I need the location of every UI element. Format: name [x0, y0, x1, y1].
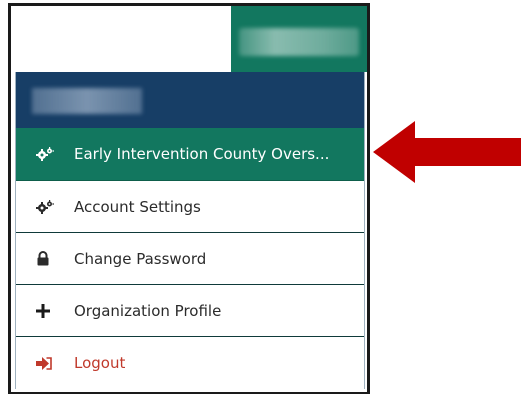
redacted-user-name: [239, 28, 359, 56]
menu-item-logout[interactable]: Logout: [16, 337, 364, 389]
menu-item-label: Change Password: [74, 249, 207, 268]
menu-item-label: Account Settings: [74, 197, 201, 216]
dropdown-header: [16, 72, 364, 128]
redacted-account-name: [32, 88, 142, 114]
user-menu-toggle[interactable]: [231, 6, 367, 72]
sign-out-icon: [36, 356, 60, 370]
menu-item-label: Logout: [74, 354, 126, 372]
plus-icon: [36, 303, 60, 318]
menu-item-change-password[interactable]: Change Password: [16, 233, 364, 285]
menu-item-early-intervention-county-overview[interactable]: Early Intervention County Overs...: [16, 128, 364, 181]
page: Early Intervention County Overs... Accou…: [0, 0, 523, 394]
screenshot-frame: Early Intervention County Overs... Accou…: [8, 3, 370, 394]
menu-item-label: Early Intervention County Overs...: [74, 145, 330, 163]
menu-item-label: Organization Profile: [74, 301, 222, 320]
callout-arrow: [373, 121, 521, 183]
top-navigation-bar: [11, 6, 367, 72]
lock-icon: [36, 251, 60, 266]
menu-item-account-settings[interactable]: Account Settings: [16, 181, 364, 233]
menu-item-organization-profile[interactable]: Organization Profile: [16, 285, 364, 337]
cogs-icon: [36, 147, 60, 161]
cogs-icon: [36, 199, 60, 214]
user-dropdown-menu: Early Intervention County Overs... Accou…: [15, 72, 365, 389]
